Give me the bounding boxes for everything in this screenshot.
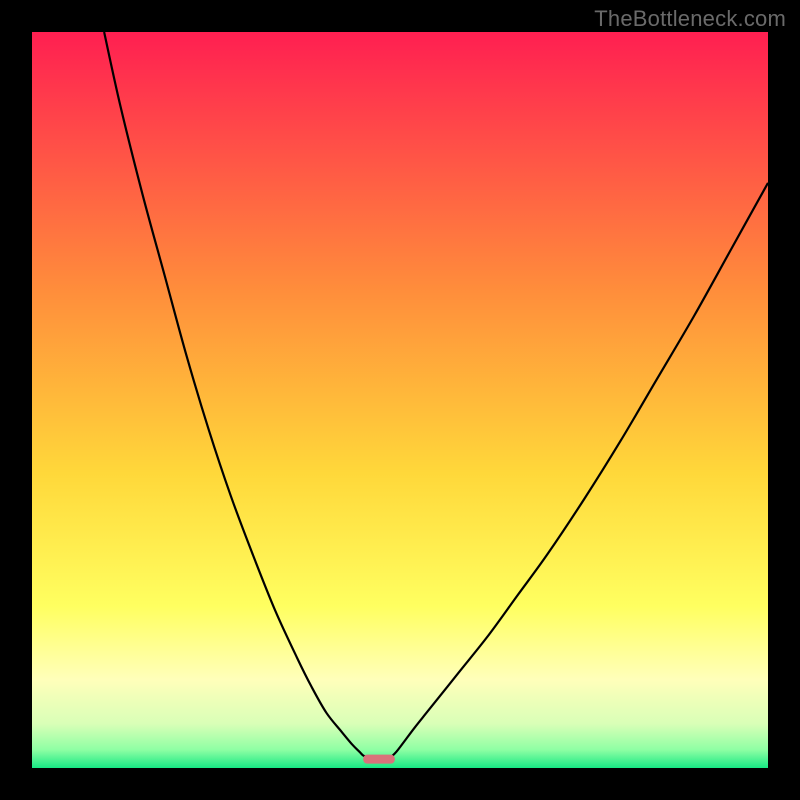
bottleneck-chart (32, 32, 768, 768)
gradient-background (32, 32, 768, 768)
watermark-text: TheBottleneck.com (594, 6, 786, 32)
chart-svg (32, 32, 768, 768)
minimum-marker (363, 755, 395, 764)
